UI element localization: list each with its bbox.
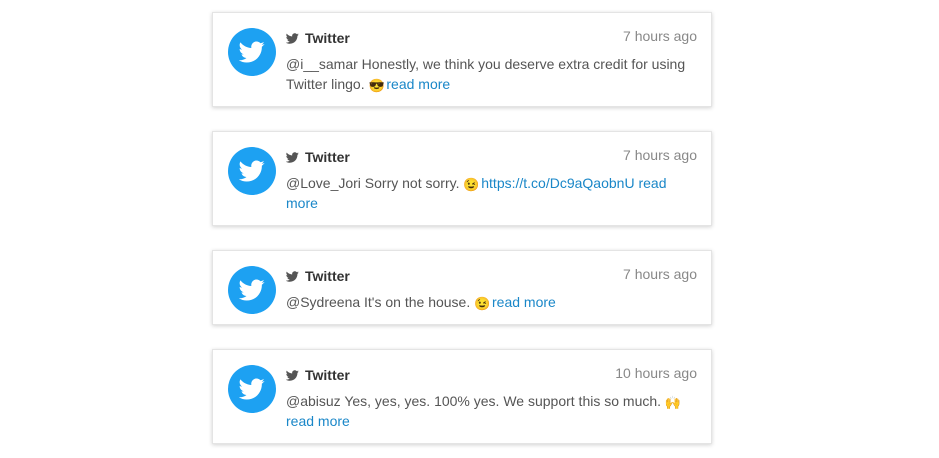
sunglasses-emoji-icon: 😎 — [368, 78, 385, 93]
twitter-avatar[interactable] — [228, 147, 276, 195]
tweet-text: @abisuz Yes, yes, yes. 100% yes. We supp… — [286, 391, 697, 431]
tweet-source: Twitter — [286, 268, 350, 284]
winking-emoji-icon: 😉 — [463, 177, 480, 192]
winking-emoji-icon: 😉 — [474, 296, 491, 311]
tweet-body: @abisuz Yes, yes, yes. 100% yes. We supp… — [286, 393, 662, 409]
tweet-text: @Love_Jori Sorry not sorry. 😉 https://t.… — [286, 173, 697, 213]
tweet-source: Twitter — [286, 367, 350, 383]
tweet-time: 7 hours ago — [623, 147, 697, 163]
twitter-avatar[interactable] — [228, 28, 276, 76]
tweet-source-label: Twitter — [305, 367, 350, 383]
tweet-source-label: Twitter — [305, 30, 350, 46]
tweet-card: Twitter 7 hours ago @i__samar Honestly, … — [212, 12, 712, 107]
tweet-source-label: Twitter — [305, 149, 350, 165]
tweet-card: Twitter 7 hours ago @Love_Jori Sorry not… — [212, 131, 712, 226]
tweet-text: @Sydreena It's on the house. 😉 read more — [286, 292, 697, 312]
tweet-card: Twitter 10 hours ago @abisuz Yes, yes, y… — [212, 349, 712, 444]
tweet-source: Twitter — [286, 30, 350, 46]
tweet-body: @Sydreena It's on the house. — [286, 294, 471, 310]
read-more-link[interactable]: read more — [492, 294, 556, 310]
read-more-link[interactable]: read more — [286, 413, 350, 429]
twitter-bird-icon — [239, 41, 265, 63]
twitter-small-icon — [286, 151, 299, 163]
twitter-bird-icon — [239, 378, 265, 400]
twitter-small-icon — [286, 270, 299, 282]
read-more-link[interactable]: read more — [386, 76, 450, 92]
tweet-text: @i__samar Honestly, we think you deserve… — [286, 54, 697, 94]
tweet-source: Twitter — [286, 149, 350, 165]
tweet-time: 10 hours ago — [615, 365, 697, 381]
twitter-avatar[interactable] — [228, 266, 276, 314]
tweet-body: @Love_Jori Sorry not sorry. — [286, 175, 460, 191]
twitter-avatar[interactable] — [228, 365, 276, 413]
tweet-time: 7 hours ago — [623, 266, 697, 282]
tweet-source-label: Twitter — [305, 268, 350, 284]
tweet-card: Twitter 7 hours ago @Sydreena It's on th… — [212, 250, 712, 325]
twitter-small-icon — [286, 369, 299, 381]
tweet-body: @i__samar Honestly, we think you deserve… — [286, 56, 686, 92]
tweet-url-link[interactable]: https://t.co/Dc9aQaobnU — [481, 175, 634, 191]
twitter-small-icon — [286, 32, 299, 44]
twitter-bird-icon — [239, 279, 265, 301]
tweet-time: 7 hours ago — [623, 28, 697, 44]
twitter-bird-icon — [239, 160, 265, 182]
raised-hands-emoji-icon: 🙌 — [664, 395, 682, 410]
